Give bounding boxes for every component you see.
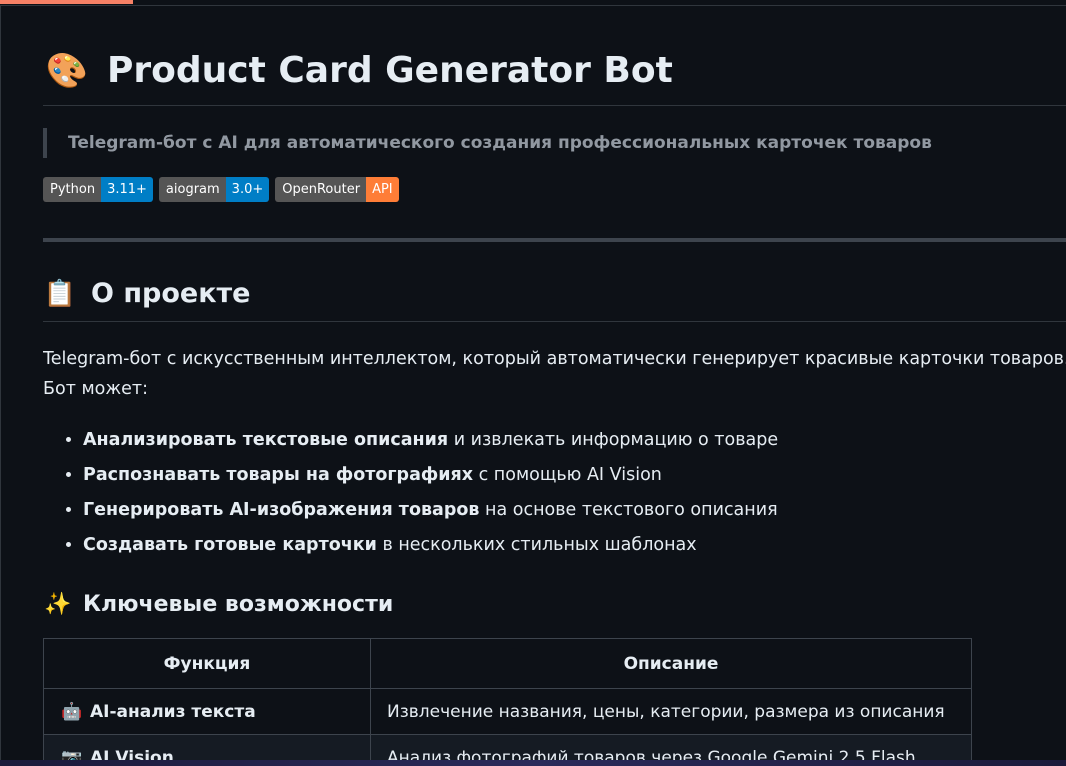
list-item-text: с помощью AI Vision	[473, 465, 662, 485]
about-heading: 📋 О проекте	[43, 274, 251, 314]
badge-python[interactable]: Python 3.11+	[43, 177, 153, 202]
table-row: 🤖 AI-анализ текста Извлечение названия, ц…	[43, 688, 972, 735]
tagline-text: Telegram-бот с AI для автоматического со…	[68, 133, 932, 153]
list-item-text: на основе текстового описания	[479, 500, 778, 520]
function-name: AI Vision	[90, 747, 174, 761]
capabilities-list: Анализировать текстовые описания и извле…	[43, 423, 778, 563]
list-item-text: и извлекать информацию о товаре	[448, 430, 779, 450]
badge-label: OpenRouter	[275, 177, 367, 202]
list-item-bold: Создавать готовые карточки	[83, 535, 377, 555]
about-paragraph: Telegram-бот с искусственным интеллектом…	[43, 344, 1066, 404]
page-title-text: Product Card Generator Bot	[107, 50, 673, 91]
list-item: Анализировать текстовые описания и извле…	[83, 423, 778, 458]
page-title: 🎨 Product Card Generator Bot	[43, 48, 673, 94]
table-cell-function: 🤖 AI-анализ текста	[43, 688, 371, 735]
about-line-2: Бот может:	[43, 379, 148, 399]
list-item: Распознавать товары на фотографиях с пом…	[83, 458, 778, 493]
badge-label: Python	[43, 177, 102, 202]
left-border	[0, 5, 1, 760]
title-divider	[43, 105, 1066, 106]
table-header-row: Функция Описание	[43, 638, 972, 689]
features-heading-text: Ключевые возможности	[83, 592, 394, 617]
robot-icon: 🤖	[61, 701, 83, 722]
table-cell-description: Анализ фотографий товаров через Google G…	[370, 734, 972, 760]
badge-value: 3.0+	[225, 177, 270, 202]
about-divider	[43, 321, 1066, 322]
badge-value: API	[366, 177, 399, 202]
badge-value: 3.11+	[101, 177, 153, 202]
badge-openrouter[interactable]: OpenRouter API	[275, 177, 399, 202]
section-separator	[43, 238, 1066, 242]
list-item-bold: Генерировать AI-изображения товаров	[83, 500, 480, 520]
features-heading: ✨ Ключевые возможности	[43, 588, 393, 622]
badge-label: aiogram	[158, 177, 226, 202]
list-item-bold: Распознавать товары на фотографиях	[83, 465, 474, 485]
list-item-bold: Анализировать текстовые описания	[83, 430, 449, 450]
list-item-text: в нескольких стильных шаблонах	[376, 535, 697, 555]
column-header-description: Описание	[370, 638, 972, 689]
about-line-1: Telegram-бот с искусственным интеллектом…	[43, 349, 1066, 369]
badge-row: Python 3.11+ aiogram 3.0+ OpenRouter API	[43, 177, 399, 202]
tagline-blockquote: Telegram-бот с AI для автоматического со…	[43, 128, 932, 158]
list-item: Генерировать AI-изображения товаров на о…	[83, 493, 778, 528]
table-cell-function: 📷 AI Vision	[43, 734, 371, 761]
camera-icon: 📷	[61, 747, 83, 761]
badge-aiogram[interactable]: aiogram 3.0+	[158, 177, 270, 202]
sparkles-icon: ✨	[44, 592, 72, 617]
palette-icon: 🎨	[45, 51, 89, 91]
readme-content: 🎨 Product Card Generator Bot Telegram-бо…	[43, 0, 1066, 760]
list-item: Создавать готовые карточки в нескольких …	[83, 528, 778, 563]
about-heading-text: О проекте	[91, 278, 251, 309]
features-table: Функция Описание 🤖 AI-анализ текста Извле…	[43, 638, 972, 760]
table-row: 📷 AI Vision Анализ фотографий товаров чер…	[43, 734, 972, 761]
table-cell-description: Извлечение названия, цены, категории, ра…	[370, 688, 972, 735]
function-name: AI-анализ текста	[90, 701, 256, 722]
column-header-function: Функция	[43, 638, 371, 689]
clipboard-icon: 📋	[43, 279, 77, 309]
taskbar-strip	[0, 760, 1066, 766]
